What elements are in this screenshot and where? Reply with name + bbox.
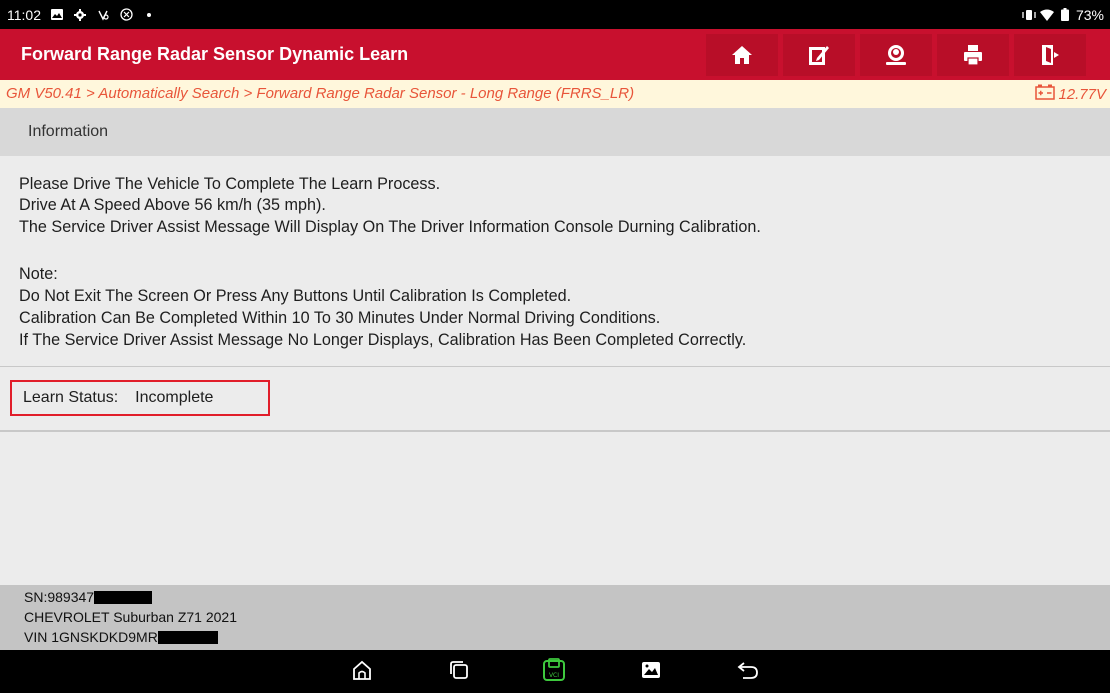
print-button[interactable]	[937, 34, 1009, 76]
message-line: Drive At A Speed Above 56 km/h (35 mph).	[19, 196, 326, 214]
edit-report-icon	[808, 44, 830, 66]
home-button[interactable]	[706, 34, 778, 76]
wifi-icon	[1039, 8, 1054, 22]
exit-button[interactable]	[1014, 34, 1086, 76]
vpn-icon	[96, 8, 110, 22]
message-line: Please Drive The Vehicle To Complete The…	[19, 175, 441, 193]
back-icon	[737, 660, 759, 685]
breadcrumb: GM V50.41 > Automatically Search > Forwa…	[6, 85, 635, 102]
home-icon	[351, 659, 373, 686]
settings-icon	[73, 8, 87, 22]
message-line: Calibration Can Be Completed Within 10 T…	[19, 309, 661, 327]
vibrate-icon	[1022, 8, 1036, 22]
app-header: Forward Range Radar Sensor Dynamic Learn	[0, 29, 1110, 80]
message-line: Do Not Exit The Screen Or Press Any Butt…	[19, 287, 572, 305]
message-line: If The Service Driver Assist Message No …	[19, 331, 747, 349]
remote-support-button[interactable]	[860, 34, 932, 76]
redaction-bar	[157, 630, 218, 644]
learn-status-row: Learn Status: Incomplete	[0, 367, 1110, 432]
screenshot-icon	[641, 661, 661, 684]
svg-text:VCI: VCI	[549, 672, 559, 679]
exit-icon	[1040, 44, 1060, 66]
section-header: Information	[0, 108, 1110, 156]
redaction-bar	[94, 590, 153, 604]
battery-icon	[1058, 8, 1072, 22]
vehicle-vin: VIN 1GNSKDKD9MR	[24, 629, 158, 645]
car-battery-icon	[1035, 84, 1056, 104]
learn-status-highlight: Learn Status: Incomplete	[10, 380, 270, 416]
message-line: Note:	[19, 265, 58, 283]
vci-icon: VCI	[541, 657, 567, 687]
recents-icon	[449, 660, 469, 685]
nfc-icon	[119, 8, 133, 22]
nav-back-button[interactable]	[732, 656, 764, 688]
print-icon	[963, 44, 983, 66]
vehicle-info: SN:989347 CHEVROLET Suburban Z71 2021 VI…	[0, 585, 1110, 650]
vehicle-model: CHEVROLET Suburban Z71 2021	[24, 609, 237, 625]
dot-icon	[142, 8, 156, 22]
nav-screenshot-button[interactable]	[635, 656, 667, 688]
section-title: Information	[28, 123, 109, 140]
instruction-message: Please Drive The Vehicle To Complete The…	[0, 156, 1110, 367]
message-line: The Service Driver Assist Message Will D…	[19, 218, 761, 236]
home-icon	[731, 45, 753, 65]
remote-support-icon	[884, 44, 908, 66]
learn-status-value: Incomplete	[135, 389, 214, 406]
status-bar: 11:02 73%	[0, 0, 1110, 29]
serial-number: SN:989347	[24, 589, 95, 605]
android-nav-bar: VCI	[0, 650, 1110, 693]
edit-report-button[interactable]	[783, 34, 855, 76]
nav-vci-button[interactable]: VCI	[538, 656, 570, 688]
nav-recents-button[interactable]	[443, 656, 475, 688]
gallery-icon	[50, 8, 64, 22]
page-title: Forward Range Radar Sensor Dynamic Learn	[21, 44, 409, 64]
nav-home-button[interactable]	[346, 656, 378, 688]
status-time: 11:02	[7, 6, 41, 23]
breadcrumb-bar: GM V50.41 > Automatically Search > Forwa…	[0, 80, 1110, 108]
battery-voltage: 12.77V	[1035, 80, 1106, 108]
battery-percent: 73%	[1075, 6, 1104, 23]
learn-status-label: Learn Status:	[23, 389, 119, 406]
voltage-value: 12.77V	[1058, 85, 1106, 103]
